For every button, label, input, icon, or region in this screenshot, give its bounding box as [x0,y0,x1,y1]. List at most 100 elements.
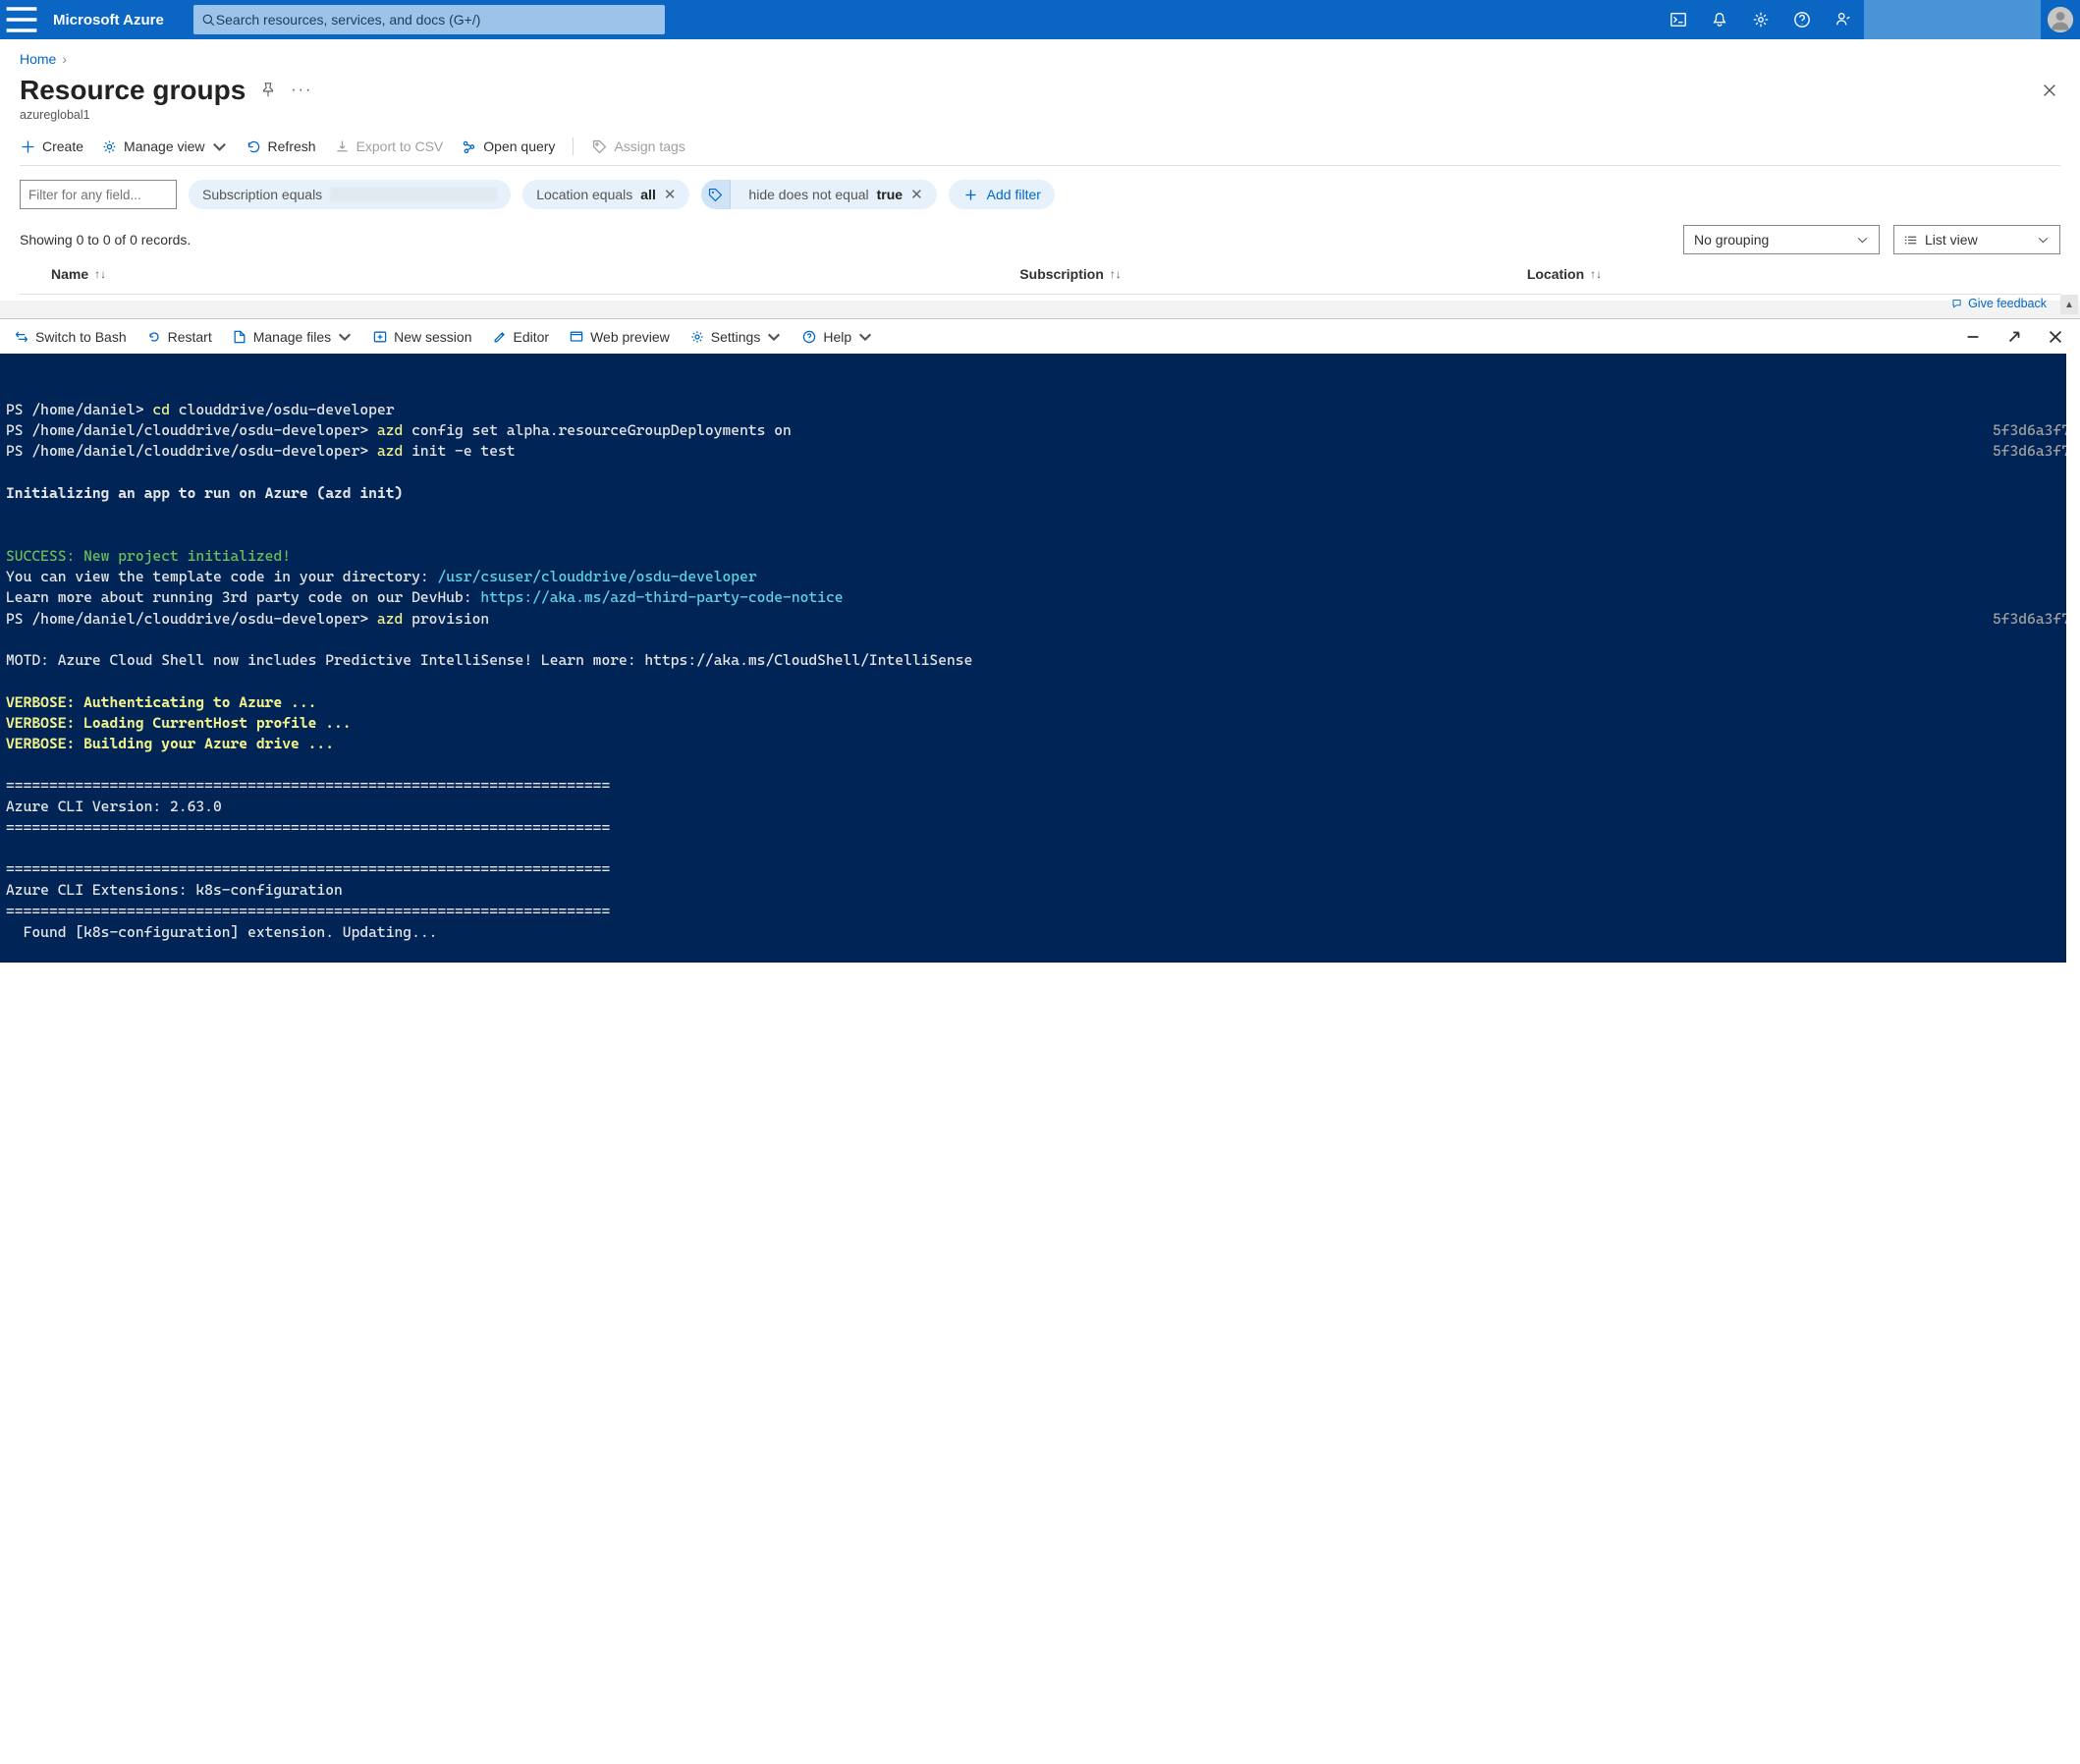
settings-gear-icon[interactable] [1740,0,1781,39]
location-filter-pill[interactable]: Location equals all ✕ [522,180,689,209]
refresh-label: Refresh [268,138,316,154]
location-filter-value: all [640,187,656,202]
restart-button[interactable]: Restart [146,329,212,345]
restart-label: Restart [168,329,212,345]
subscription-filter-pill[interactable]: Subscription equals [189,180,511,209]
close-shell-icon[interactable] [2045,328,2066,346]
breadcrumb-home[interactable]: Home [20,51,56,67]
field-filter-input[interactable] [20,180,177,209]
feedback-link-icon [1951,298,1964,310]
status-row: Showing 0 to 0 of 0 records. No grouping… [20,225,2060,254]
grouping-select[interactable]: No grouping [1683,225,1880,254]
top-icon-group [1658,0,1864,39]
terminal-line [6,462,2074,482]
open-query-button[interactable]: Open query [461,138,555,155]
column-subscription[interactable]: Subscription ↑↓ [1019,266,1527,282]
hamburger-menu[interactable] [0,0,43,41]
list-icon [1904,234,1917,247]
sort-icon: ↑↓ [94,267,106,281]
terminal-scrollbar[interactable] [2066,354,2080,963]
search-input[interactable] [216,12,657,28]
terminal-line: ========================================… [6,818,2074,839]
cloud-shell-terminal[interactable]: PS /home/daniel> cd clouddrive/osdu-deve… [0,354,2080,963]
clear-hide-filter-icon[interactable]: ✕ [910,188,923,202]
terminal-line [6,524,2074,545]
chevron-down-icon [211,138,228,155]
terminal-line: ========================================… [6,776,2074,797]
subscription-filter-label: Subscription equals [202,187,322,202]
assign-tags-button: Assign tags [591,138,684,155]
close-blade-icon[interactable] [2039,80,2060,101]
terminal-line: VERBOSE: Building your Azure drive ... [6,734,2074,754]
column-subscription-label: Subscription [1019,266,1104,282]
terminal-line: Azure CLI Version: 2.63.0 [6,797,2074,817]
terminal-line: SUCCESS: New project initialized! [6,546,2074,567]
help-icon[interactable] [1781,0,1823,39]
sort-icon: ↑↓ [1590,267,1602,281]
shell-settings-button[interactable]: Settings [689,329,783,345]
switch-to-bash-button[interactable]: Switch to Bash [14,329,127,345]
feedback-icon[interactable] [1823,0,1864,39]
more-icon[interactable]: ··· [291,80,312,101]
account-block[interactable] [1864,0,2041,39]
create-button[interactable]: Create [20,138,83,155]
view-mode-select[interactable]: List view [1893,225,2060,254]
chevron-down-icon [857,329,873,345]
column-name-label: Name [51,266,88,282]
notifications-icon[interactable] [1699,0,1740,39]
give-feedback-link[interactable]: Give feedback [1951,297,2047,310]
export-csv-label: Export to CSV [356,138,444,154]
terminal-line: PS /home/daniel/clouddrive/osdu-develope… [6,609,2074,630]
add-filter-icon [962,187,979,203]
terminal-line [6,504,2074,524]
editor-label: Editor [514,329,550,345]
column-name[interactable]: Name ↑↓ [26,266,1019,282]
column-location[interactable]: Location ↑↓ [1527,266,2035,282]
terminal-line: Azure CLI Extensions: k8s-configuration [6,880,2074,901]
shell-settings-label: Settings [711,329,761,345]
tag-icon [701,180,731,209]
shell-help-button[interactable]: Help [801,329,873,345]
view-mode-value: List view [1925,232,2029,248]
search-icon [201,13,216,28]
filter-row: Subscription equals Location equals all … [20,166,2060,221]
new-session-button[interactable]: New session [372,329,471,345]
brand-label[interactable]: Microsoft Azure [43,12,193,28]
page-body: Home › Resource groups ··· azureglobal1 … [0,39,2080,295]
table-header: Name ↑↓ Subscription ↑↓ Location ↑↓ [20,254,2060,295]
hide-filter-value: true [877,187,903,202]
open-query-label: Open query [483,138,555,154]
pin-icon[interactable] [257,80,279,101]
manage-view-button[interactable]: Manage view [101,138,228,155]
add-filter-button[interactable]: Add filter [949,180,1055,209]
new-session-label: New session [394,329,471,345]
shell-help-label: Help [823,329,851,345]
terminal-line: Initializing an app to run on Azure (azd… [6,483,2074,504]
manage-files-button[interactable]: Manage files [232,329,353,345]
assign-tags-label: Assign tags [614,138,684,154]
feedback-strip: Give feedback ▲ [0,301,2080,318]
give-feedback-label: Give feedback [1968,297,2047,310]
terminal-line: Learn more about running 3rd party code … [6,587,2074,608]
hide-filter-pill[interactable]: hide does not equal true ✕ [701,180,936,209]
azure-top-bar: Microsoft Azure [0,0,2080,39]
cloud-shell-icon[interactable] [1658,0,1699,39]
subscription-filter-value-redacted [330,188,497,201]
scroll-up-button[interactable]: ▲ [2060,295,2078,314]
editor-button[interactable]: Editor [492,329,550,345]
global-search[interactable] [193,5,665,34]
terminal-line: PS /home/daniel/clouddrive/osdu-develope… [6,420,2074,441]
breadcrumb: Home › [20,51,2060,67]
maximize-shell-icon[interactable] [2003,328,2025,346]
chevron-right-icon: › [62,51,67,67]
grouping-value: No grouping [1694,232,1848,248]
web-preview-label: Web preview [590,329,670,345]
avatar[interactable] [2041,0,2080,39]
sort-icon: ↑↓ [1110,267,1122,281]
clear-location-filter-icon[interactable]: ✕ [664,188,677,202]
terminal-line: PS /home/daniel/clouddrive/osdu-develope… [6,441,2074,462]
web-preview-button[interactable]: Web preview [569,329,670,345]
terminal-line: Found [k8s-configuration] extension. Upd… [6,922,2074,943]
refresh-button[interactable]: Refresh [246,138,316,155]
minimize-shell-icon[interactable] [1962,328,1984,346]
